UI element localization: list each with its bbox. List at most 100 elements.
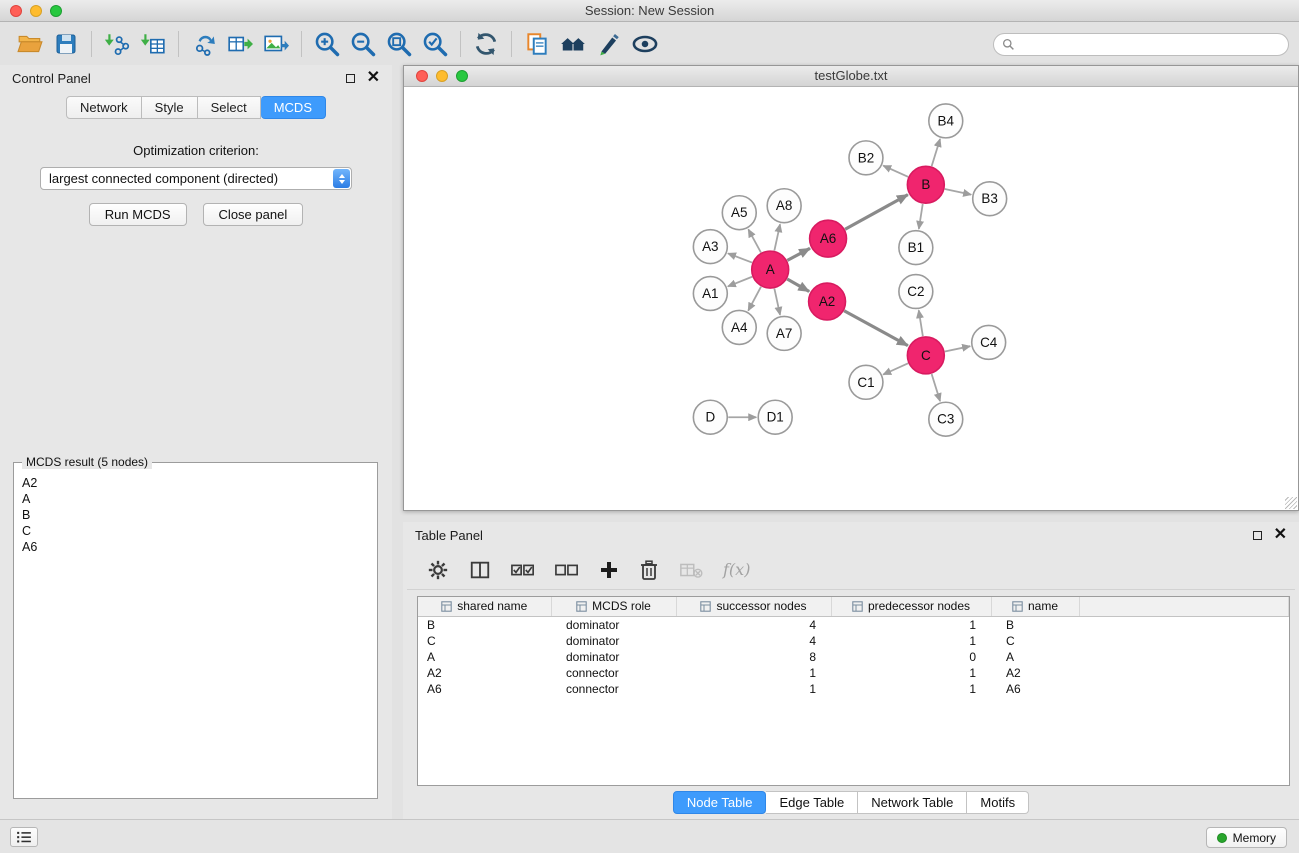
table-row[interactable]: Adominator80A (418, 649, 1289, 665)
cell-predecessor-nodes[interactable]: 0 (831, 649, 991, 665)
graph-edge-A-A5[interactable] (748, 229, 761, 252)
graph-node-A8[interactable]: A8 (767, 189, 801, 223)
eye-icon[interactable] (627, 27, 663, 61)
cell-name[interactable]: A (991, 649, 1079, 665)
table-row[interactable]: Bdominator41B (418, 616, 1289, 633)
cell-shared-name[interactable]: A2 (418, 665, 551, 681)
cell-shared-name[interactable]: C (418, 633, 551, 649)
zoom-fit-icon[interactable] (381, 27, 417, 61)
delete-column-trash-icon[interactable] (639, 559, 659, 581)
graph-node-B2[interactable]: B2 (849, 141, 883, 175)
memory-button[interactable]: Memory (1206, 827, 1287, 848)
cell-successor-nodes[interactable]: 4 (676, 633, 831, 649)
mcds-result-item[interactable]: B (22, 507, 369, 523)
graph-edge-A-A3[interactable] (728, 253, 752, 262)
export-network-icon[interactable] (186, 27, 222, 61)
minimize-window-button[interactable] (30, 5, 42, 17)
cell-shared-name[interactable]: A6 (418, 681, 551, 697)
graph-edge-C-C1[interactable] (883, 363, 908, 374)
graph-edge-A-A2[interactable] (787, 279, 809, 291)
delete-table-icon[interactable] (679, 560, 703, 580)
graph-node-D[interactable]: D (693, 400, 727, 434)
home-icon[interactable] (555, 27, 591, 61)
cell-predecessor-nodes[interactable]: 1 (831, 665, 991, 681)
tab-edge-table[interactable]: Edge Table (766, 791, 858, 814)
mcds-result-item[interactable]: A2 (22, 475, 369, 491)
graph-edge-A6-B[interactable] (845, 195, 908, 230)
graph-node-D1[interactable]: D1 (758, 400, 792, 434)
pen-icon[interactable] (591, 27, 627, 61)
open-file-icon[interactable] (12, 27, 48, 61)
graph-edge-A-A1[interactable] (728, 277, 752, 287)
table-settings-gear-icon[interactable] (427, 559, 449, 581)
graph-node-A1[interactable]: A1 (693, 277, 727, 311)
column-header-name[interactable]: name (991, 597, 1079, 616)
cell-name[interactable]: A6 (991, 681, 1079, 697)
column-header-successor-nodes[interactable]: successor nodes (676, 597, 831, 616)
graph-node-A6[interactable]: A6 (810, 220, 847, 257)
graph-node-C4[interactable]: C4 (972, 325, 1006, 359)
graph-node-A2[interactable]: A2 (809, 283, 846, 320)
cell-predecessor-nodes[interactable]: 1 (831, 616, 991, 633)
graph-edge-A-A8[interactable] (774, 224, 780, 250)
close-table-panel-icon[interactable]: ✕ (1274, 529, 1287, 541)
import-table-icon[interactable] (135, 27, 171, 61)
control-tab-mcds[interactable]: MCDS (261, 96, 326, 119)
close-panel-icon[interactable]: ✕ (367, 72, 380, 84)
cell-successor-nodes[interactable]: 8 (676, 649, 831, 665)
zoom-in-icon[interactable] (309, 27, 345, 61)
optimization-dropdown[interactable]: largest connected component (directed) (40, 167, 352, 190)
refresh-layout-icon[interactable] (468, 27, 504, 61)
cell-predecessor-nodes[interactable]: 1 (831, 681, 991, 697)
cell-successor-nodes[interactable]: 1 (676, 665, 831, 681)
select-all-icon[interactable] (511, 561, 535, 579)
network-close-button[interactable] (416, 70, 428, 82)
control-tab-network[interactable]: Network (66, 96, 142, 119)
cell-successor-nodes[interactable]: 4 (676, 616, 831, 633)
graph-edge-A-A4[interactable] (748, 287, 761, 311)
graph-node-B3[interactable]: B3 (973, 182, 1007, 216)
graph-node-C1[interactable]: C1 (849, 365, 883, 399)
table-row[interactable]: Cdominator41C (418, 633, 1289, 649)
graph-node-B[interactable]: B (907, 166, 944, 203)
graph-node-A5[interactable]: A5 (722, 196, 756, 230)
zoom-selected-icon[interactable] (417, 27, 453, 61)
cell-name[interactable]: B (991, 616, 1079, 633)
mcds-result-item[interactable]: C (22, 523, 369, 539)
graph-node-C3[interactable]: C3 (929, 402, 963, 436)
zoom-out-icon[interactable] (345, 27, 381, 61)
mcds-result-item[interactable]: A6 (22, 539, 369, 555)
tab-node-table[interactable]: Node Table (673, 791, 767, 814)
export-table-icon[interactable] (222, 27, 258, 61)
network-canvas[interactable]: B4B2BB3A5A8A6B1A3AC2A1A2A4A7C4CC1C3DD1 (404, 87, 1298, 510)
function-builder-icon[interactable]: f(x) (723, 560, 750, 579)
column-header-mcds-role[interactable]: MCDS role (551, 597, 676, 616)
column-header-predecessor-nodes[interactable]: predecessor nodes (831, 597, 991, 616)
float-table-panel-icon[interactable] (1253, 531, 1262, 540)
graph-edge-A-A6[interactable] (787, 248, 810, 260)
run-mcds-button[interactable]: Run MCDS (89, 203, 187, 226)
save-session-icon[interactable] (48, 27, 84, 61)
add-column-icon[interactable] (599, 560, 619, 580)
cell-mcds-role[interactable]: connector (551, 665, 676, 681)
graph-edge-C-C3[interactable] (932, 374, 940, 401)
search-input[interactable] (1020, 36, 1280, 52)
cell-name[interactable]: A2 (991, 665, 1079, 681)
tab-motifs[interactable]: Motifs (967, 791, 1029, 814)
close-window-button[interactable] (10, 5, 22, 17)
network-zoom-button[interactable] (456, 70, 468, 82)
documents-icon[interactable] (519, 27, 555, 61)
show-columns-icon[interactable] (469, 559, 491, 581)
resize-grip[interactable] (1285, 497, 1297, 509)
graph-edge-B-B2[interactable] (883, 166, 908, 177)
graph-node-A4[interactable]: A4 (722, 310, 756, 344)
tab-network-table[interactable]: Network Table (858, 791, 967, 814)
close-panel-button[interactable]: Close panel (203, 203, 304, 226)
graph-edge-A-A7[interactable] (774, 289, 780, 315)
graph-node-C[interactable]: C (907, 337, 944, 374)
table-row[interactable]: A6connector11A6 (418, 681, 1289, 697)
network-window-titlebar[interactable]: testGlobe.txt (404, 66, 1298, 87)
mcds-result-item[interactable]: A (22, 491, 369, 507)
cell-predecessor-nodes[interactable]: 1 (831, 633, 991, 649)
cell-shared-name[interactable]: B (418, 616, 551, 633)
